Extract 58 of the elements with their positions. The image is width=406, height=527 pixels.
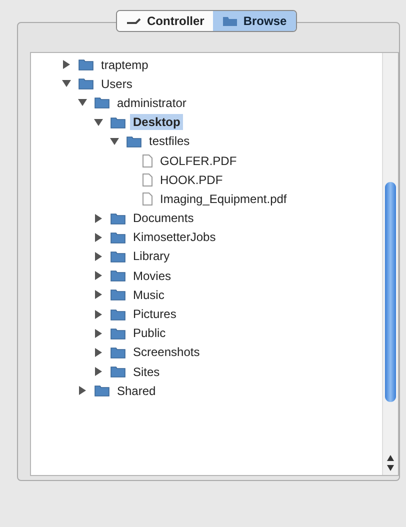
disclosure-triangle-icon[interactable] bbox=[62, 60, 71, 70]
scroll-down-icon[interactable] bbox=[387, 465, 394, 471]
disclosure-triangle-icon[interactable] bbox=[94, 252, 103, 261]
file-name[interactable]: GOLFER.PDF bbox=[157, 152, 240, 169]
scroll-thumb[interactable] bbox=[385, 182, 396, 402]
folder-name[interactable]: Documents bbox=[130, 210, 197, 226]
disclosure-triangle-icon[interactable] bbox=[78, 98, 87, 108]
folder-name[interactable]: testfiles bbox=[146, 133, 193, 150]
folder-name[interactable]: administrator bbox=[114, 94, 190, 111]
folder-icon bbox=[110, 308, 126, 321]
folder-icon bbox=[110, 116, 126, 129]
disclosure-triangle-icon[interactable] bbox=[94, 310, 103, 319]
folder-name[interactable]: Movies bbox=[130, 268, 174, 284]
folder-name[interactable]: traptemp bbox=[98, 56, 152, 73]
folder-icon bbox=[94, 384, 110, 398]
disclosure-triangle-icon[interactable] bbox=[62, 79, 71, 88]
folder-name[interactable]: Sites bbox=[130, 364, 163, 380]
tab[interactable]: Browse bbox=[213, 11, 296, 31]
disclosure-triangle-icon[interactable] bbox=[94, 271, 103, 280]
file-name[interactable]: HOOK.PDF bbox=[157, 172, 226, 188]
folder-icon bbox=[110, 365, 126, 378]
disclosure-triangle-icon[interactable] bbox=[94, 118, 103, 127]
folder-icon bbox=[78, 77, 94, 90]
folder-name[interactable]: Public bbox=[130, 325, 169, 342]
folder-icon bbox=[110, 326, 126, 340]
document-icon bbox=[142, 172, 153, 187]
folder-icon bbox=[110, 288, 126, 302]
cable-icon bbox=[126, 16, 142, 26]
folder-icon bbox=[222, 15, 238, 27]
disclosure-triangle-icon[interactable] bbox=[110, 136, 119, 146]
file-name[interactable]: Imaging_Equipment.pdf bbox=[157, 190, 290, 207]
disclosure-triangle-icon[interactable] bbox=[94, 328, 103, 338]
document-icon bbox=[142, 192, 153, 206]
folder-icon bbox=[110, 250, 126, 263]
disclosure-triangle-icon[interactable] bbox=[94, 290, 103, 300]
folder-icon bbox=[94, 96, 110, 110]
disclosure-triangle-icon[interactable] bbox=[94, 348, 103, 357]
folder-name[interactable]: Library bbox=[130, 248, 173, 264]
folder-icon bbox=[110, 212, 126, 225]
folder-name[interactable]: KimosetterJobs bbox=[130, 229, 219, 246]
scrollbar[interactable] bbox=[382, 53, 398, 475]
folder-name[interactable]: Screenshots bbox=[130, 344, 203, 360]
folder-name[interactable]: Desktop bbox=[130, 114, 184, 130]
folder-icon bbox=[110, 269, 126, 282]
folder-icon bbox=[126, 134, 142, 148]
scroll-up-icon[interactable] bbox=[387, 455, 394, 461]
folder-name[interactable]: Pictures bbox=[130, 306, 180, 322]
document-icon bbox=[142, 154, 153, 168]
folder-icon bbox=[110, 346, 126, 359]
folder-icon bbox=[78, 58, 94, 72]
folder-name[interactable]: Shared bbox=[114, 382, 159, 399]
disclosure-triangle-icon[interactable] bbox=[94, 214, 103, 223]
disclosure-triangle-icon[interactable] bbox=[94, 232, 103, 242]
folder-name[interactable]: Music bbox=[130, 286, 168, 303]
disclosure-triangle-icon[interactable] bbox=[94, 367, 103, 376]
folder-icon bbox=[110, 230, 126, 244]
disclosure-triangle-icon[interactable] bbox=[78, 386, 87, 396]
folder-name[interactable]: Users bbox=[98, 76, 136, 92]
